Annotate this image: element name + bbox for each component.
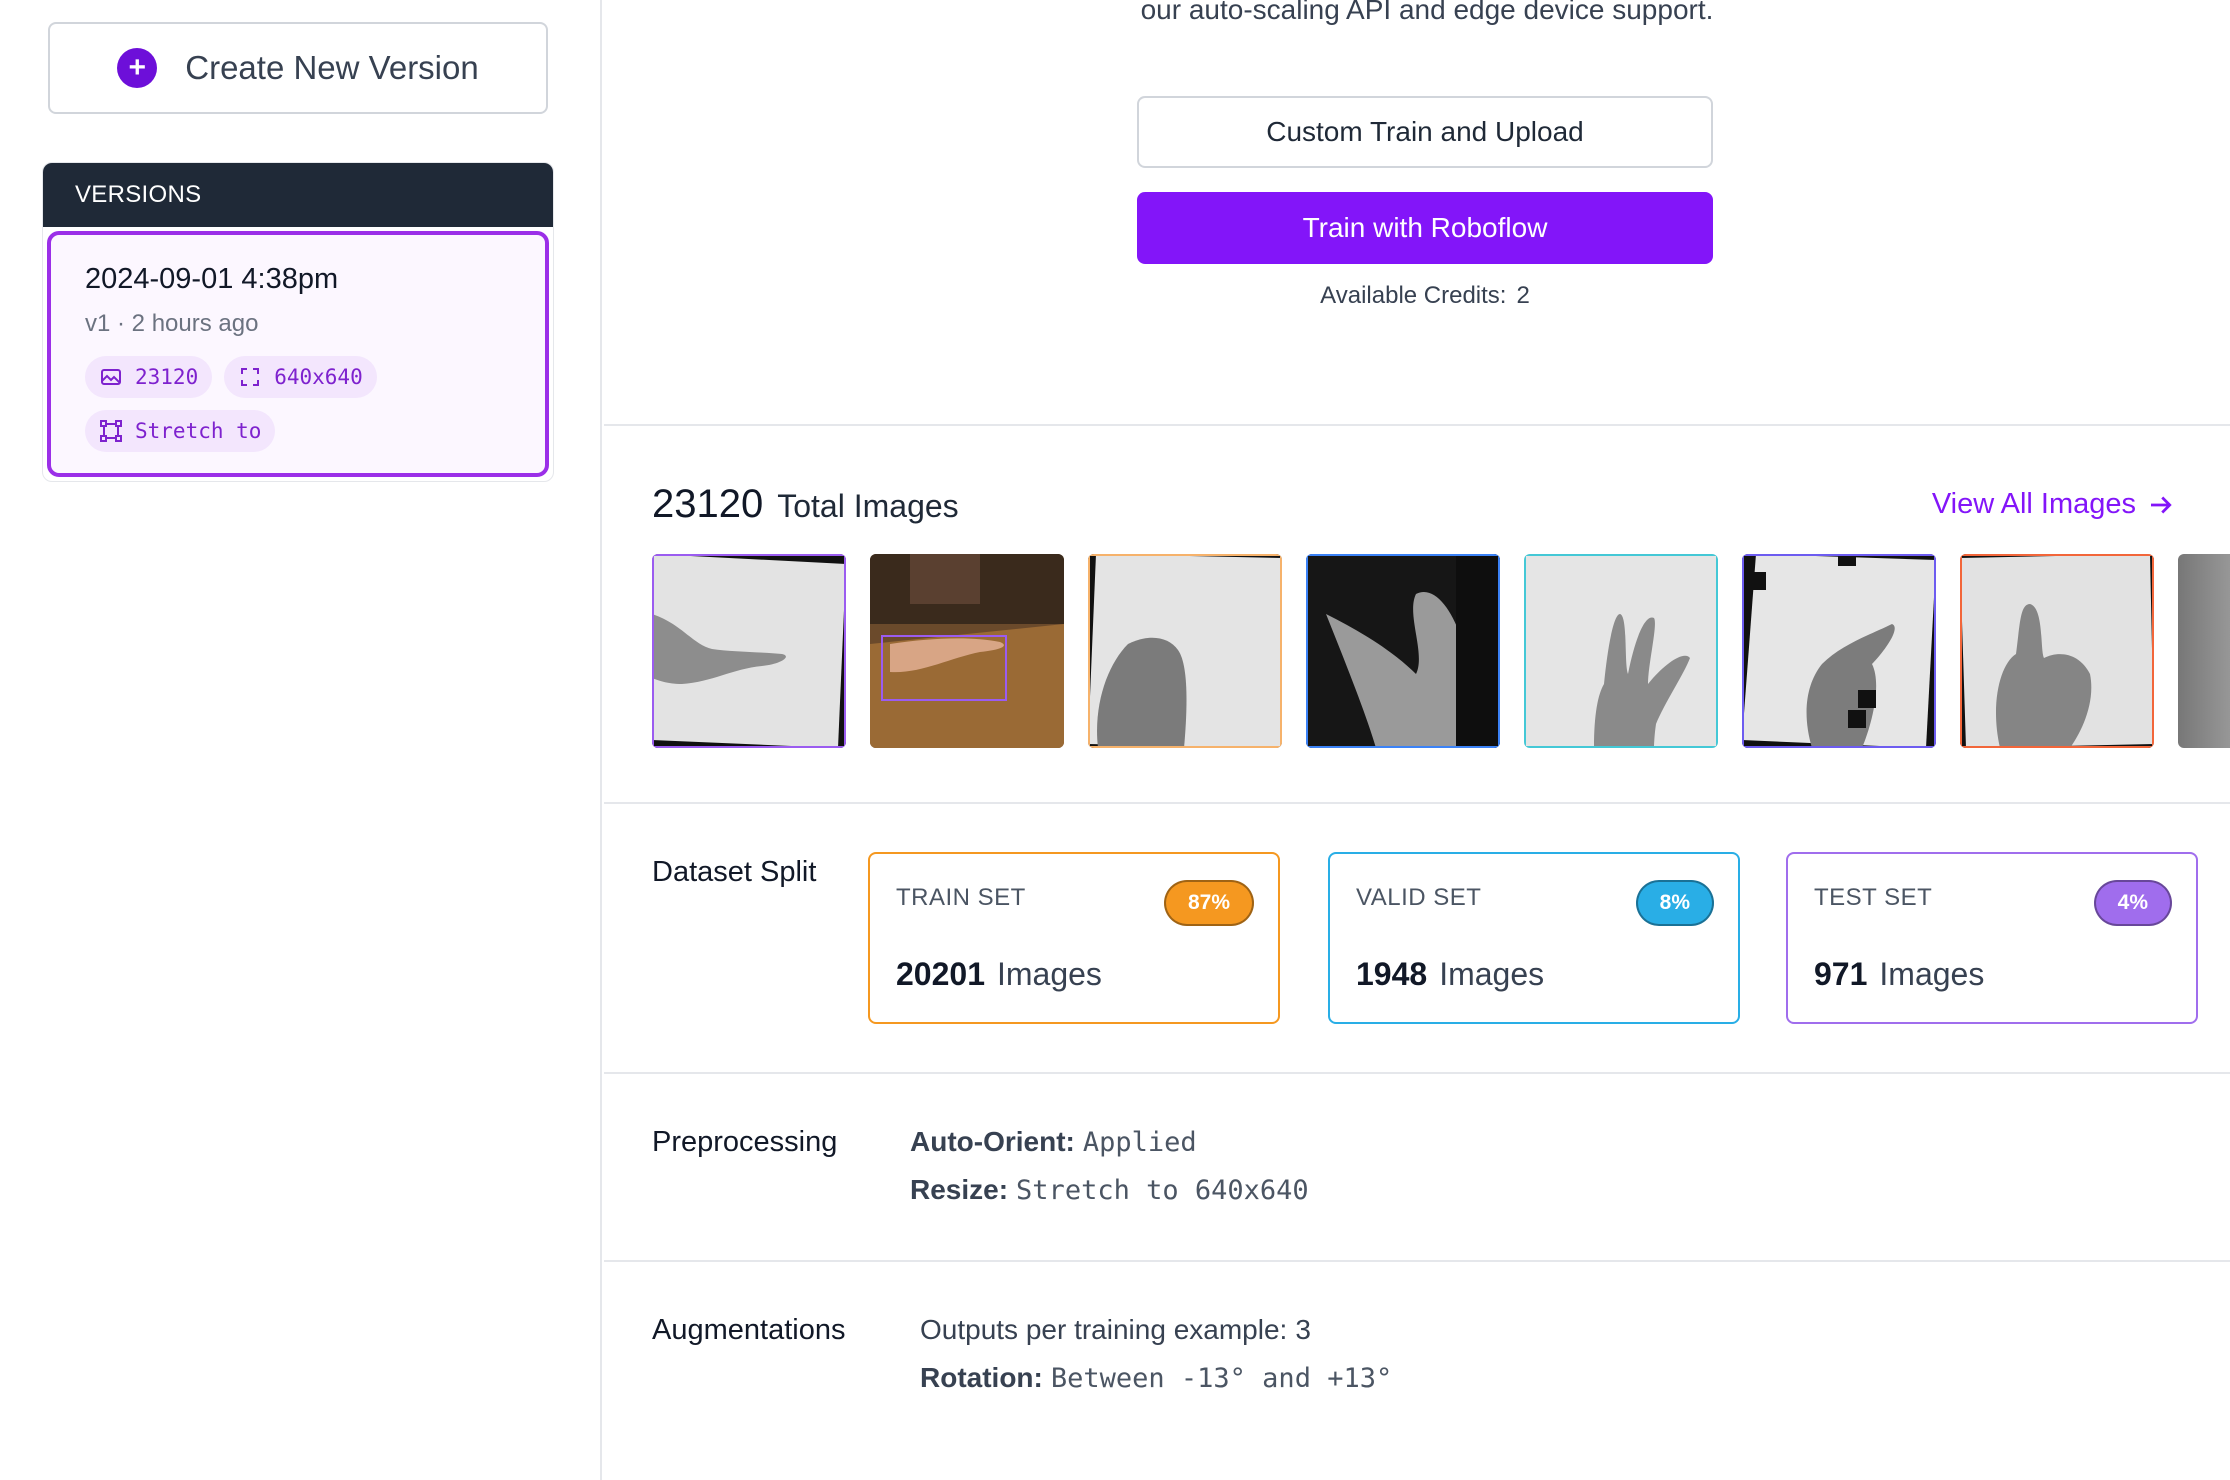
valid-set-card: VALID SET 8% 1948 Images (1328, 852, 1740, 1024)
thumbnail-image[interactable] (1960, 554, 2154, 748)
resize-icon (100, 420, 122, 442)
sidebar: + Create New Version VERSIONS 2024-09-01… (0, 0, 602, 1480)
valid-set-count: 1948 (1356, 956, 1428, 992)
divider (604, 424, 2230, 426)
available-credits: Available Credits: 2 (1137, 282, 1713, 310)
thumbnail-image[interactable] (1742, 554, 1936, 748)
image-count-chip: 23120 (85, 356, 213, 398)
version-card-selected[interactable]: 2024-09-01 4:38pm v1 · 2 hours ago 23120… (47, 231, 549, 477)
resolution-value: 640x640 (274, 365, 363, 389)
image-count-value: 23120 (135, 365, 199, 389)
divider (604, 1072, 2230, 1074)
credits-label: Available Credits: (1320, 282, 1507, 309)
thumbnail-image[interactable] (870, 554, 1064, 748)
total-images-label: Total Images (777, 488, 959, 524)
resize-value-text: Stretch to 640x640 (1016, 1175, 1309, 1206)
resize-key: Resize: (910, 1174, 1009, 1205)
view-all-images-link[interactable]: View All Images (1932, 488, 2176, 521)
outputs-key: Outputs per training example: (920, 1314, 1288, 1345)
test-set-unit: Images (1879, 956, 1985, 992)
augmentation-outputs: Outputs per training example: 3 (920, 1314, 1311, 1346)
outputs-value: 3 (1295, 1314, 1311, 1345)
train-set-unit: Images (996, 956, 1102, 992)
credits-value: 2 (1516, 282, 1530, 309)
preprocessing-label: Preprocessing (652, 1126, 838, 1158)
resize-chip: Stretch to (85, 410, 276, 452)
thumbnail-image[interactable] (2178, 554, 2230, 748)
image-thumbnails (652, 554, 2230, 748)
train-set-images: 20201 Images (896, 956, 1102, 993)
total-images-count: 23120 (652, 482, 764, 526)
rotation-key: Rotation: (920, 1362, 1043, 1393)
create-new-version-label: Create New Version (185, 49, 479, 86)
versions-panel: VERSIONS 2024-09-01 4:38pm v1 · 2 hours … (42, 162, 554, 482)
valid-set-unit: Images (1439, 956, 1545, 992)
train-with-roboflow-button[interactable]: Train with Roboflow (1137, 192, 1713, 264)
intro-text: our auto-scaling API and edge device sup… (1140, 0, 1714, 25)
main-content: our auto-scaling API and edge device sup… (604, 0, 2230, 1480)
resize-value: Stretch to (135, 419, 262, 443)
auto-orient-key: Auto-Orient: (910, 1126, 1075, 1157)
auto-orient-value: Applied (1082, 1127, 1197, 1158)
augmentation-rotation: Rotation: Between -13° and +13° (920, 1362, 1392, 1394)
test-set-count: 971 (1814, 956, 1868, 992)
divider (604, 802, 2230, 804)
test-set-card: TEST SET 4% 971 Images (1786, 852, 2198, 1024)
expand-icon (241, 368, 260, 386)
train-set-percent-badge: 87% (1163, 880, 1254, 926)
arrow-right-icon (2151, 496, 2172, 513)
resolution-chip: 640x640 (224, 356, 377, 398)
divider (604, 1260, 2230, 1262)
augmentations-label: Augmentations (652, 1314, 846, 1346)
thumbnail-image[interactable] (652, 554, 846, 748)
version-chips: 23120 640x640 Stretch to (85, 356, 511, 452)
test-set-images: 971 Images (1814, 956, 1984, 993)
preprocessing-resize: Resize: Stretch to 640x640 (910, 1174, 1309, 1206)
dataset-split-label: Dataset Split (652, 856, 817, 888)
train-set-card: TRAIN SET 87% 20201 Images (868, 852, 1280, 1024)
test-set-percent-badge: 4% (2093, 880, 2172, 926)
image-icon (101, 369, 121, 385)
preprocessing-auto-orient: Auto-Orient: Applied (910, 1126, 1197, 1158)
total-images-heading: 23120 Total Images (652, 482, 959, 527)
custom-train-upload-button[interactable]: Custom Train and Upload (1137, 96, 1713, 168)
train-set-count: 20201 (896, 956, 985, 992)
thumbnail-image[interactable] (1524, 554, 1718, 748)
plus-circle-icon: + (117, 48, 158, 88)
valid-set-images: 1948 Images (1356, 956, 1544, 993)
version-date: 2024-09-01 4:38pm (85, 263, 339, 295)
thumbnail-image[interactable] (1088, 554, 1282, 748)
versions-header: VERSIONS (43, 163, 553, 227)
valid-set-percent-badge: 8% (1635, 880, 1714, 926)
version-subtitle: v1 · 2 hours ago (85, 310, 259, 337)
view-all-images-label: View All Images (1931, 488, 2136, 520)
rotation-value: Between -13° and +13° (1050, 1363, 1393, 1394)
create-new-version-button[interactable]: + Create New Version (48, 22, 548, 114)
thumbnail-image[interactable] (1306, 554, 1500, 748)
